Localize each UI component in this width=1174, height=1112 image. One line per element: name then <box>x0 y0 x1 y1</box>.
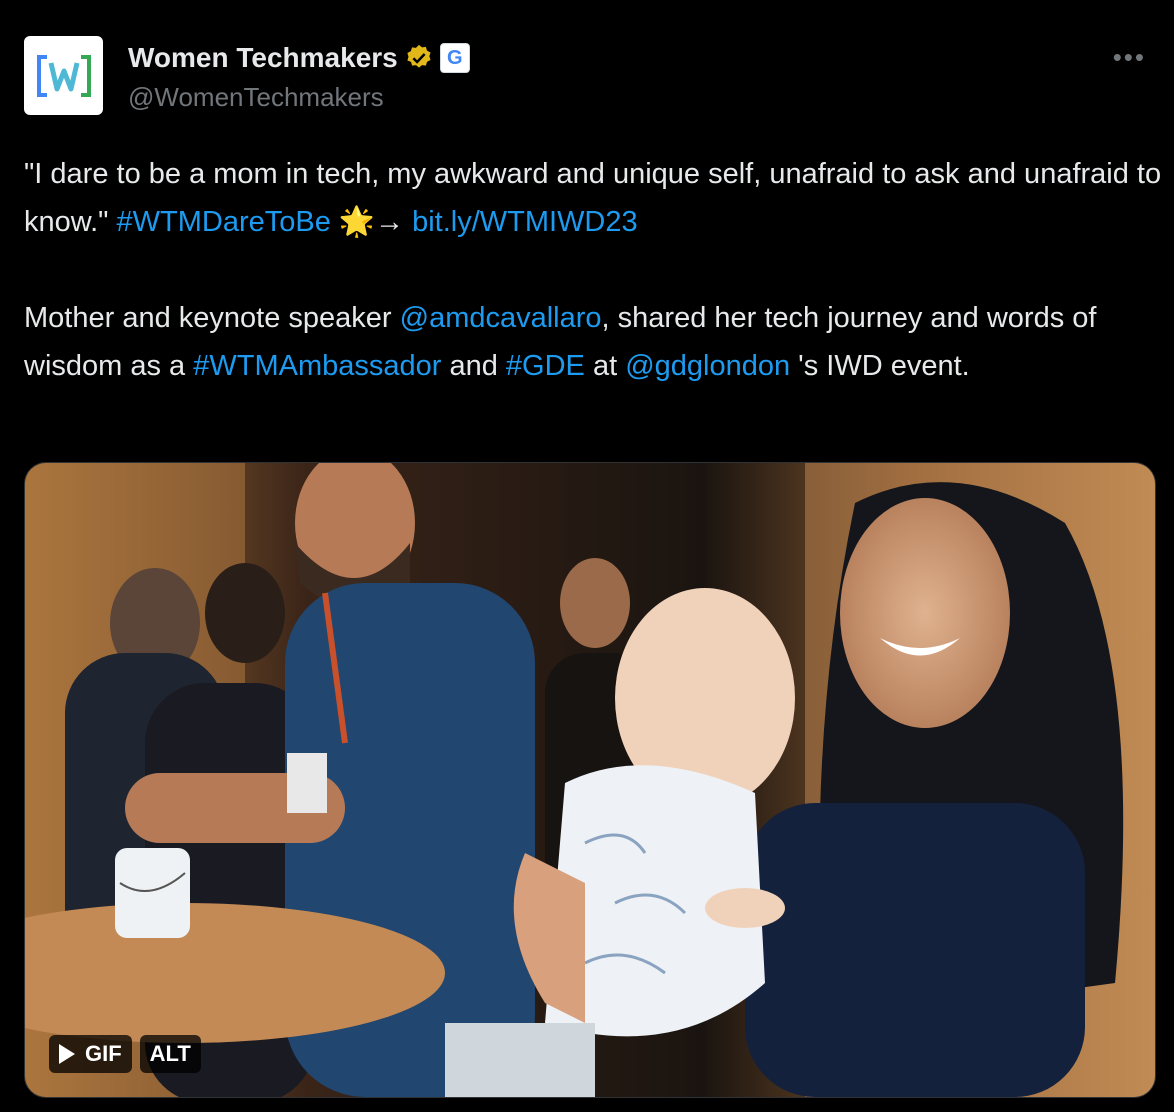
more-options-icon[interactable]: ••• <box>1113 42 1146 73</box>
play-icon <box>59 1044 75 1064</box>
alt-text-button[interactable]: ALT <box>139 1035 201 1073</box>
tweet-text-segment: at <box>584 350 626 382</box>
mention-amdcavallaro[interactable]: @amdcavallaro <box>400 302 602 334</box>
gif-media[interactable]: GIF ALT <box>24 462 1156 1098</box>
gif-play-button[interactable]: GIF <box>49 1035 132 1073</box>
media-badges: GIF ALT <box>49 1035 201 1073</box>
tweet-text-segment: Mother and keynote speaker <box>24 302 400 334</box>
emoji-arrow: 🌟→ <box>330 206 413 238</box>
tweet-header: Women Techmakers G @WomenTechmakers ••• <box>24 36 1150 116</box>
tweet-paragraph-2: Mother and keynote speaker @amdcavallaro… <box>24 294 1164 390</box>
hashtag-gde[interactable]: #GDE <box>506 350 585 382</box>
alt-label: ALT <box>149 1041 191 1066</box>
name-row: Women Techmakers G <box>128 42 470 74</box>
verified-badge-icon <box>407 44 431 68</box>
hashtag-wtmambassador[interactable]: #WTMAmbassador <box>193 350 441 382</box>
user-handle[interactable]: @WomenTechmakers <box>128 82 384 113</box>
gif-label: GIF <box>85 1041 122 1066</box>
wtm-logo-icon <box>36 54 91 97</box>
avatar[interactable] <box>24 36 103 115</box>
tweet-text-segment: 's IWD event. <box>790 350 970 382</box>
google-affiliate-badge[interactable]: G <box>439 43 470 73</box>
gif-photo-placeholder <box>25 463 1155 1097</box>
hashtag-wtmdaretobe[interactable]: #WTMDareToBe <box>117 206 331 238</box>
tweet-text-segment: and <box>441 350 506 382</box>
external-link[interactable]: bit.ly/WTMIWD23 <box>412 206 638 238</box>
mention-gdglondon[interactable]: @gdglondon <box>625 350 790 382</box>
display-name[interactable]: Women Techmakers <box>128 42 398 74</box>
tweet-text: "I dare to be a mom in tech, my awkward … <box>24 150 1164 390</box>
tweet-paragraph-1: "I dare to be a mom in tech, my awkward … <box>24 150 1164 246</box>
